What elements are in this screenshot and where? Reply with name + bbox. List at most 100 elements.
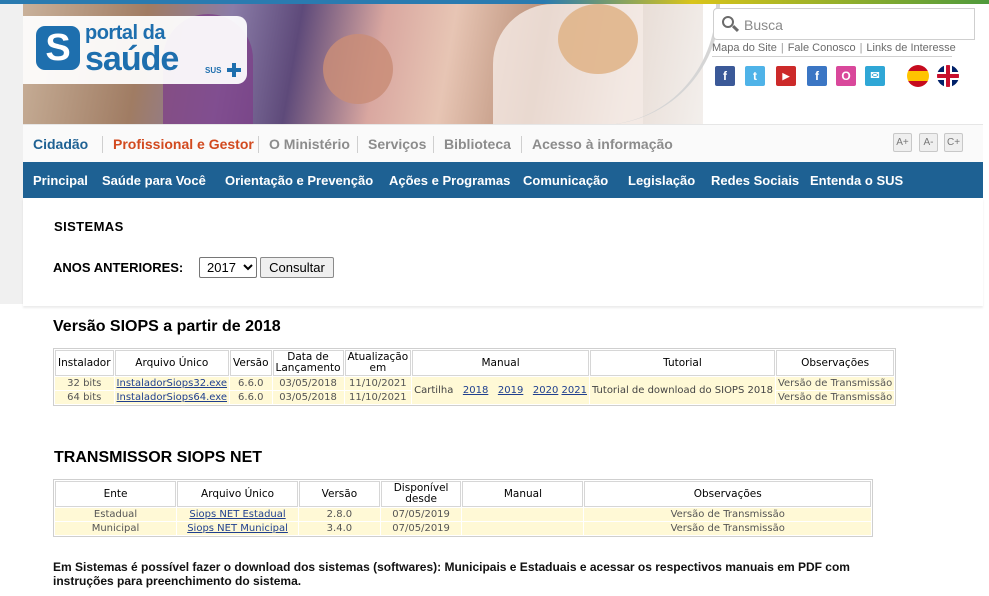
manual-2018-link[interactable]: 2018 (463, 385, 488, 396)
col-instalador: Instalador (55, 350, 114, 376)
orkut-icon[interactable]: O (836, 66, 856, 86)
cell-desde: 07/05/2019 (380, 522, 462, 535)
font-increase-button[interactable]: A+ (893, 133, 912, 152)
flickr-icon[interactable]: f (807, 66, 827, 86)
nav-principal[interactable]: Principal (33, 173, 88, 188)
nav-o-ministerio[interactable]: O Ministério (269, 136, 350, 152)
cell-observacoes: Versão de Transmissão (775, 377, 895, 390)
description-text: Em Sistemas é possível fazer o download … (53, 560, 850, 588)
cell-observacoes: Versão de Transmissão (584, 508, 871, 521)
cartilha-label: Cartilha (414, 385, 454, 396)
col-ente: Ente (55, 481, 177, 507)
page-title: SISTEMAS (54, 219, 124, 234)
download-link-32[interactable]: InstaladorSiops32.exe (114, 377, 230, 390)
spanish-flag-icon[interactable] (907, 65, 929, 87)
siops-net-section-title: TRANSMISSOR SIOPS NET (54, 449, 263, 466)
twitter-icon[interactable]: t (745, 66, 765, 86)
download-link-64[interactable]: InstaladorSiops64.exe (114, 391, 230, 404)
cell-atualizacao: 11/10/2021 (344, 391, 412, 404)
nav-redes-sociais[interactable]: Redes Sociais (711, 173, 799, 188)
search-icon[interactable] (722, 16, 740, 33)
utility-divider (712, 56, 952, 57)
col-observacoes: Observações (584, 481, 871, 507)
main-nav: Principal Saúde para Você Orientação e P… (23, 162, 983, 198)
table-row: 32 bits InstaladorSiops32.exe 6.6.0 03/0… (55, 377, 895, 404)
nav-cidadao[interactable]: Cidadão (33, 136, 88, 152)
siops-section-title: Versão SIOPS a partir de 2018 (53, 318, 281, 335)
cell-instalador: 32 bits (55, 377, 114, 390)
nav-saude-para-voce[interactable]: Saúde para Você (102, 173, 206, 188)
cell-versao: 6.6.0 (230, 391, 272, 404)
anos-anteriores-label: ANOS ANTERIORES: (53, 260, 184, 275)
manual-2019-link[interactable]: 2019 (498, 385, 523, 396)
audience-nav: Cidadão Profissional e Gestor O Ministér… (23, 124, 983, 162)
cell-data: 03/05/2018 (272, 391, 344, 404)
nav-acesso-a-informacao[interactable]: Acesso à informação (532, 136, 673, 152)
cell-desde: 07/05/2019 (380, 508, 462, 521)
cell-instalador: 64 bits (55, 391, 114, 404)
nav-entenda-o-sus[interactable]: Entenda o SUS (810, 173, 903, 188)
logo-s-mark: S (36, 26, 80, 70)
nav-orientacao-e-prevencao[interactable]: Orientação e Prevenção (225, 173, 373, 188)
cell-observacoes: Versão de Transmissão (775, 391, 895, 404)
cell-ente: Estadual (55, 508, 177, 521)
nav-comunicacao[interactable]: Comunicação (523, 173, 608, 188)
nav-legislacao[interactable]: Legislação (628, 173, 695, 188)
table-row: Estadual Siops NET Estadual 2.8.0 07/05/… (55, 508, 871, 521)
col-manual: Manual (412, 350, 589, 376)
cell-data: 03/05/2018 (272, 377, 344, 390)
logo-sus-tag: SUS (205, 66, 222, 75)
download-link-municipal[interactable]: Siops NET Municipal (177, 522, 299, 535)
col-disponivel-desde: Disponível desde (380, 481, 462, 507)
cell-observacoes: Versão de Transmissão (584, 522, 871, 535)
nav-acoes-e-programas[interactable]: Ações e Programas (389, 173, 510, 188)
manual-2021-link[interactable]: 2021 (562, 385, 587, 396)
col-versao: Versão (299, 481, 380, 507)
download-link-estadual[interactable]: Siops NET Estadual (177, 508, 299, 521)
cell-versao: 3.4.0 (299, 522, 380, 535)
nav-profissional-e-gestor[interactable]: Profissional e Gestor (113, 136, 254, 152)
col-manual: Manual (462, 481, 584, 507)
left-page-margin (0, 4, 23, 304)
col-observacoes: Observações (775, 350, 895, 376)
utility-links: Mapa do Site | Fale Conosco | Links de Inter… (712, 42, 956, 54)
facebook-icon[interactable]: f (715, 66, 735, 86)
nav-servicos[interactable]: Serviços (368, 136, 426, 152)
link-fale-conosco[interactable]: Fale Conosco (788, 42, 856, 54)
cell-ente: Municipal (55, 522, 177, 535)
cell-atualizacao: 11/10/2021 (344, 377, 412, 390)
search-input[interactable] (744, 14, 964, 36)
youtube-icon[interactable]: ▶ (776, 66, 796, 86)
table-row: Municipal Siops NET Municipal 3.4.0 07/0… (55, 522, 871, 535)
chat-icon[interactable]: ✉ (865, 66, 885, 86)
link-links-de-interesse[interactable]: Links de Interesse (866, 42, 955, 54)
cell-manual: Cartilha 2018 2019 2020 2021 (412, 377, 589, 404)
siops-header-row: Instalador Arquivo Único Versão Data de … (55, 350, 895, 376)
portal-logo[interactable]: S portal da saúde SUS (23, 16, 247, 84)
nav-biblioteca[interactable]: Biblioteca (444, 136, 511, 152)
logo-text-saude: saúde (85, 40, 179, 78)
manual-2020-link[interactable]: 2020 (533, 385, 558, 396)
col-arquivo-unico: Arquivo Único (177, 481, 299, 507)
font-decrease-button[interactable]: A- (919, 133, 938, 152)
net-header-row: Ente Arquivo Único Versão Disponível des… (55, 481, 871, 507)
contrast-button[interactable]: C+ (944, 133, 963, 152)
cell-versao: 6.6.0 (230, 377, 272, 390)
consultar-button[interactable]: Consultar (260, 257, 334, 278)
col-versao: Versão (230, 350, 272, 376)
sus-plus-icon (227, 63, 241, 77)
cell-manual (462, 508, 584, 521)
siops-net-table: Ente Arquivo Único Versão Disponível des… (53, 479, 873, 537)
col-data-lancamento: Data de Lançamento (272, 350, 344, 376)
cell-manual (462, 522, 584, 535)
english-flag-icon[interactable] (937, 65, 959, 87)
siops-table: Instalador Arquivo Único Versão Data de … (53, 348, 897, 406)
link-mapa-do-site[interactable]: Mapa do Site (712, 42, 777, 54)
tutorial-link[interactable]: Tutorial de download do SIOPS 2018 (589, 377, 775, 404)
site-header: S portal da saúde SUS Mapa do Site|Fale … (0, 0, 989, 125)
col-arquivo-unico: Arquivo Único (114, 350, 230, 376)
col-atualizacao: Atualização em (344, 350, 412, 376)
col-tutorial: Tutorial (589, 350, 775, 376)
cell-versao: 2.8.0 (299, 508, 380, 521)
year-select[interactable]: 2017 (199, 257, 257, 278)
